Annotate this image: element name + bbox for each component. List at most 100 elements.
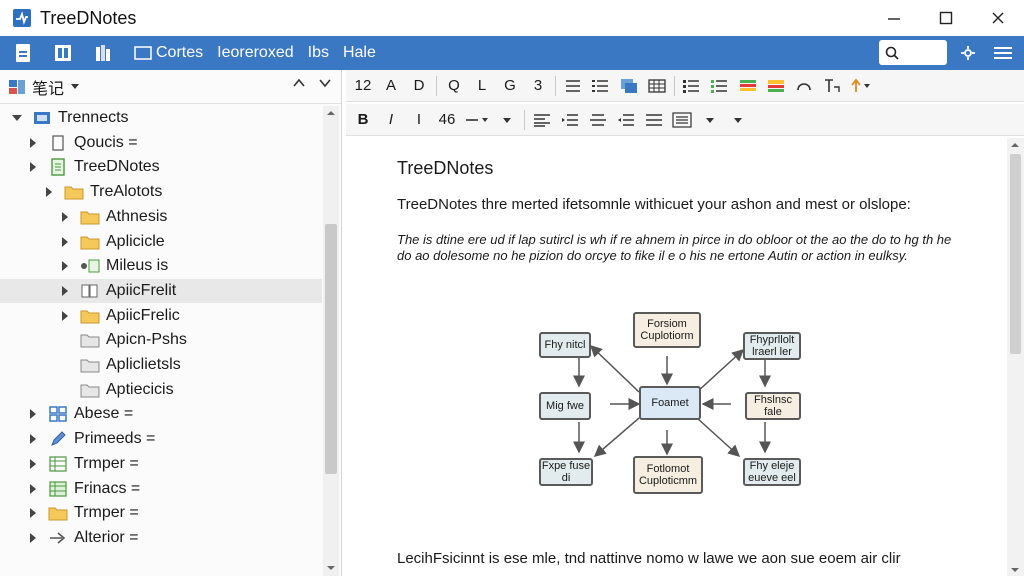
tree-item[interactable]: Aplicicle bbox=[0, 230, 322, 254]
caret-right-icon[interactable] bbox=[26, 407, 40, 421]
hamburger-menu-button[interactable] bbox=[991, 41, 1015, 65]
format-g-button[interactable]: G bbox=[499, 74, 521, 98]
numbered-list-button[interactable] bbox=[590, 74, 612, 98]
tree-item[interactable]: ApiicFrelit bbox=[0, 278, 322, 303]
highlight-list-button[interactable] bbox=[709, 74, 731, 98]
expand-down-icon[interactable] bbox=[319, 78, 331, 88]
tree-item[interactable]: TreAlotots bbox=[0, 180, 322, 204]
sidebar-scrollbar[interactable] bbox=[323, 106, 339, 576]
scroll-down-icon[interactable] bbox=[1007, 564, 1024, 576]
format-d-button[interactable]: D bbox=[408, 74, 430, 98]
diagram-node-right-top[interactable]: Fhyprllolt lraerl ler bbox=[743, 332, 801, 360]
format-q-button[interactable]: Q bbox=[443, 74, 465, 98]
font-color-button[interactable]: A bbox=[380, 74, 402, 98]
caret-right-icon[interactable] bbox=[26, 457, 40, 471]
caret-right-icon[interactable] bbox=[26, 482, 40, 496]
new-note-button[interactable] bbox=[6, 38, 40, 68]
insert-table-button[interactable] bbox=[646, 74, 668, 98]
italic-button[interactable]: I bbox=[380, 108, 402, 132]
menu-ieoreroxed[interactable]: Ieoreroxed bbox=[217, 44, 294, 62]
caret-right-icon[interactable] bbox=[58, 235, 72, 249]
diagram-node-left-top[interactable]: Fhy nitcl bbox=[539, 332, 591, 358]
align-left-button[interactable] bbox=[531, 108, 553, 132]
diagram-node-top[interactable]: Forsiom Cuplotiorm bbox=[633, 312, 701, 348]
caret-right-icon[interactable] bbox=[58, 309, 72, 323]
diagram-node-right-mid[interactable]: Fhslnsc fale bbox=[745, 392, 801, 420]
cursor-button[interactable]: I bbox=[408, 108, 430, 132]
tree-item[interactable]: Athnesis bbox=[0, 205, 322, 229]
link-button[interactable] bbox=[793, 74, 815, 98]
settings-button[interactable] bbox=[956, 41, 980, 65]
justify-button[interactable] bbox=[671, 108, 693, 132]
maximize-button[interactable] bbox=[920, 0, 972, 36]
document-title[interactable]: TreeDNotes bbox=[397, 158, 493, 179]
diagram-node-center[interactable]: Foamet bbox=[639, 386, 701, 420]
format-3-button[interactable]: 3 bbox=[527, 74, 549, 98]
caret-right-icon[interactable] bbox=[58, 259, 72, 273]
caret-right-icon[interactable] bbox=[42, 185, 56, 199]
insert-image-button[interactable] bbox=[618, 74, 640, 98]
flow-diagram[interactable]: Forsiom Cuplotiorm Foamet Fotlomot Cuplo… bbox=[517, 306, 817, 516]
document-paragraph[interactable]: LecihFsicinnt is ese mle, tnd nattinve n… bbox=[397, 550, 901, 567]
diagram-node-left-mid[interactable]: Mig fwe bbox=[539, 392, 591, 420]
font-size-button[interactable]: 12 bbox=[352, 74, 374, 98]
document-paragraph-italic[interactable]: The is dtine ere ud if lap sutircl is wh… bbox=[397, 232, 957, 264]
tree-item[interactable]: Mileus is bbox=[0, 254, 322, 278]
menu-ibs[interactable]: Ibs bbox=[308, 44, 329, 62]
color-bars-button[interactable] bbox=[737, 74, 759, 98]
tree-item[interactable]: Abese = bbox=[0, 402, 322, 426]
diagram-node-left-bottom[interactable]: Fxpe fuse di bbox=[539, 458, 593, 486]
caret-right-icon[interactable] bbox=[26, 160, 40, 174]
document-paragraph[interactable]: TreeDNotes thre merted ifetsomnle withic… bbox=[397, 196, 911, 213]
list-button[interactable] bbox=[562, 74, 584, 98]
tree-item[interactable]: Trmper = bbox=[0, 452, 322, 476]
color-grid-button[interactable] bbox=[765, 74, 787, 98]
diagram-node-bottom[interactable]: Fotlomot Cuploticmm bbox=[633, 456, 703, 494]
style-dropdown[interactable] bbox=[464, 108, 490, 132]
format-46-button[interactable]: 46 bbox=[436, 108, 458, 132]
tree-item[interactable]: Alterior = bbox=[0, 526, 322, 550]
scroll-down-icon[interactable] bbox=[323, 562, 339, 574]
tree-item[interactable]: Frinacs = bbox=[0, 477, 322, 501]
bold-button[interactable]: B bbox=[352, 108, 374, 132]
scroll-up-icon[interactable] bbox=[323, 107, 339, 119]
tree-item[interactable]: Qoucis = bbox=[0, 131, 322, 155]
tree-item[interactable]: TreeDNotes bbox=[0, 155, 322, 179]
tree-item[interactable]: Apicn-Pshs bbox=[0, 328, 322, 352]
tree-item[interactable]: ApiicFrelic bbox=[0, 304, 322, 328]
upload-button[interactable] bbox=[849, 74, 871, 98]
menu-hale[interactable]: Hale bbox=[343, 44, 376, 62]
outdent-button[interactable] bbox=[615, 108, 637, 132]
tree-item[interactable]: Aptiecicis bbox=[0, 378, 322, 402]
caret-right-icon[interactable] bbox=[26, 531, 40, 545]
note-editor[interactable]: TreeDNotes TreeDNotes thre merted ifetso… bbox=[347, 138, 1007, 576]
caret-down-icon[interactable] bbox=[10, 111, 24, 125]
collapse-up-icon[interactable] bbox=[293, 78, 305, 88]
minimize-button[interactable] bbox=[868, 0, 920, 36]
menu-cortes[interactable]: Cortes bbox=[134, 44, 203, 62]
caret-right-icon[interactable] bbox=[58, 210, 72, 224]
align-center-button[interactable] bbox=[587, 108, 609, 132]
format-l-button[interactable]: L bbox=[471, 74, 493, 98]
sidebar-header[interactable]: 笔记 bbox=[0, 70, 341, 104]
diagram-node-right-bottom[interactable]: Fhy eleje eueve eel bbox=[743, 458, 801, 486]
subscript-button[interactable] bbox=[821, 74, 843, 98]
checklist-button[interactable] bbox=[681, 74, 703, 98]
extra-dropdown[interactable] bbox=[727, 108, 749, 132]
editor-scrollbar[interactable] bbox=[1007, 138, 1024, 576]
notebook-button[interactable] bbox=[46, 38, 80, 68]
caret-right-icon[interactable] bbox=[26, 136, 40, 150]
editor-scroll-thumb[interactable] bbox=[1010, 154, 1021, 354]
more-dropdown[interactable] bbox=[496, 108, 518, 132]
align-right-button[interactable] bbox=[643, 108, 665, 132]
options-dropdown[interactable] bbox=[699, 108, 721, 132]
tree-item[interactable]: Primeeds = bbox=[0, 427, 322, 451]
caret-right-icon[interactable] bbox=[58, 284, 72, 298]
close-button[interactable] bbox=[972, 0, 1024, 36]
indent-button[interactable] bbox=[559, 108, 581, 132]
library-button[interactable] bbox=[86, 38, 120, 68]
tree-item[interactable]: Trennects bbox=[0, 106, 322, 130]
scroll-up-icon[interactable] bbox=[1007, 139, 1024, 151]
sidebar-scroll-thumb[interactable] bbox=[325, 224, 337, 474]
caret-right-icon[interactable] bbox=[26, 506, 40, 520]
